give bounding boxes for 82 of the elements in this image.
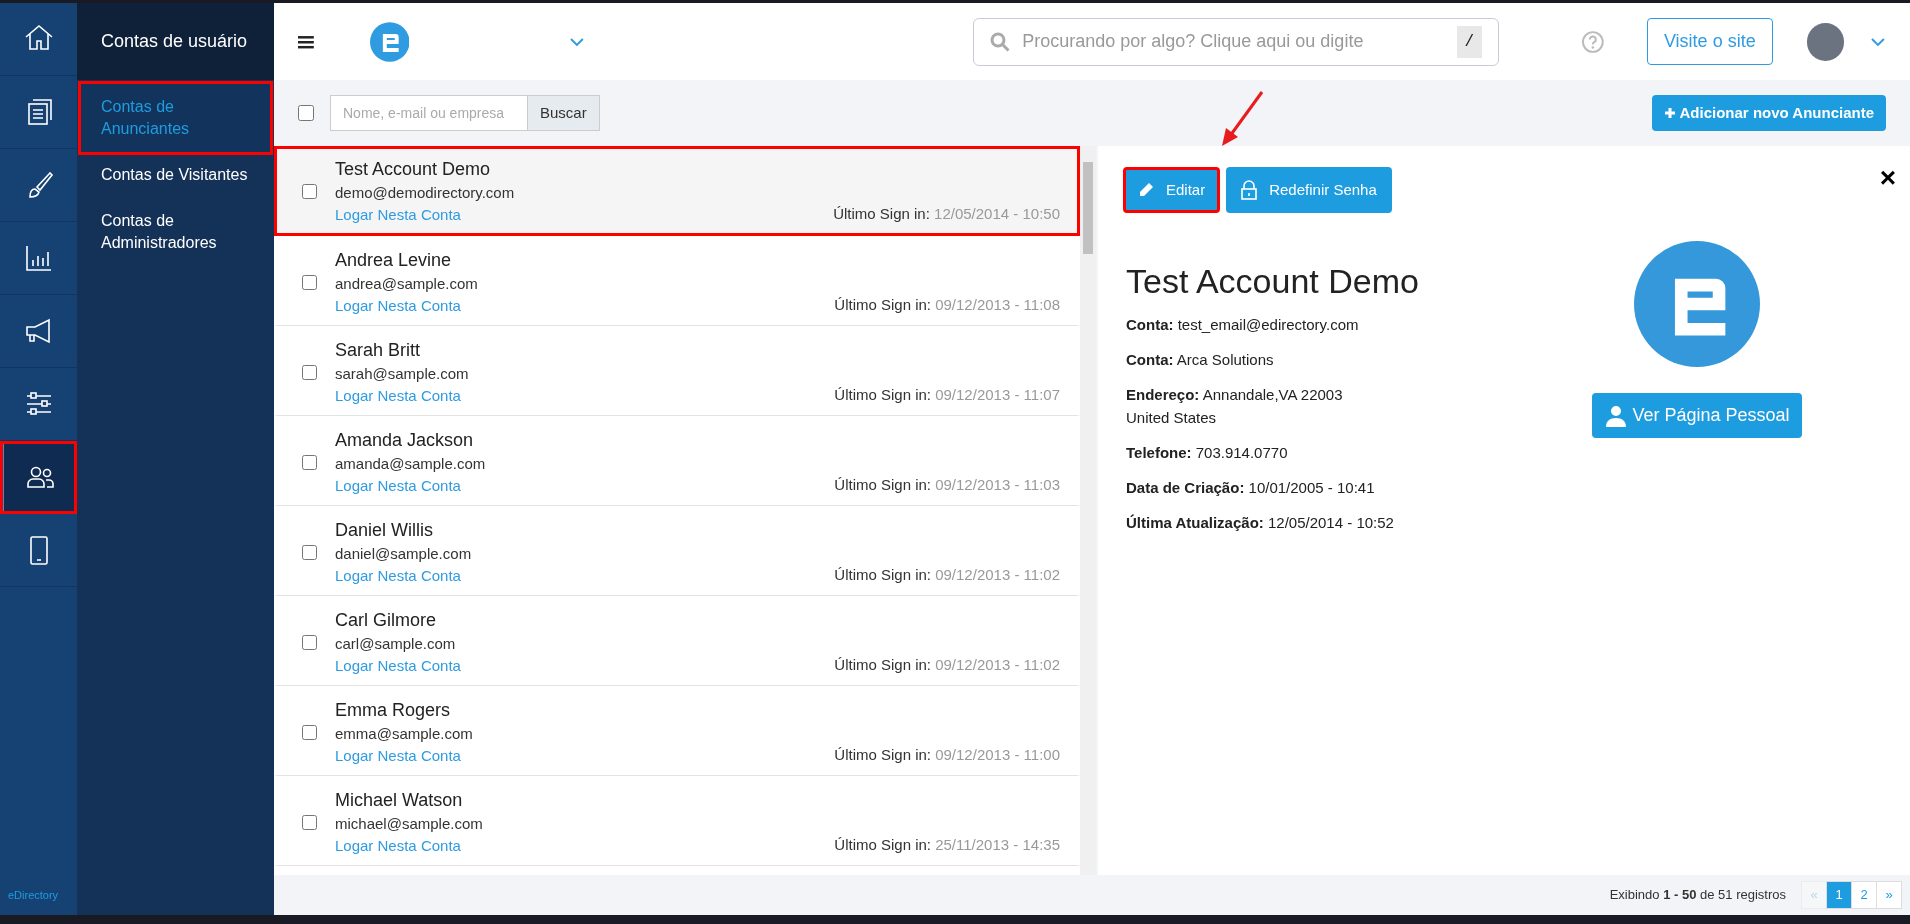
account-email: demo@demodirectory.com [335,183,516,204]
edit-button[interactable]: Editar [1123,167,1221,213]
account-email: amanda@sample.com [335,454,487,475]
search-field[interactable]: Procurando por algo? Clique aqui ou digite / [973,17,1500,66]
view-profile-button[interactable]: Ver Página Pessoal [1592,393,1802,438]
menu-icon[interactable] [298,34,314,49]
pagination-button[interactable]: 2 [1851,881,1877,909]
last-sign-in: Último Sign in: 09/12/2013 - 11:07 [834,385,1060,406]
account-name: Sarah Britt [335,339,422,363]
brand-label: eDirectory [7,887,60,903]
visit-site-button[interactable]: Visite o site [1646,18,1773,65]
last-sign-in: Último Sign in: 09/12/2013 - 11:02 [834,655,1060,676]
logo-icon[interactable] [369,21,410,62]
row-checkbox[interactable] [302,274,317,290]
login-link[interactable]: Logar Nesta Conta [335,474,461,497]
row-checkbox[interactable] [302,544,317,560]
last-sign-in: Último Sign in: 09/12/2013 - 11:08 [834,295,1060,316]
add-advertiser-button[interactable]: Adicionar novo Anunciante [1651,95,1886,131]
row-checkbox[interactable] [302,724,317,740]
login-link[interactable]: Logar Nesta Conta [335,834,461,857]
chevron-down-icon[interactable] [1870,36,1886,47]
account-name: Michael Watson [335,789,464,813]
account-email: sarah@sample.com [335,364,470,385]
detail-field: Telefone: 703.914.0770 [1126,441,1512,464]
login-link[interactable]: Logar Nesta Conta [335,564,461,587]
row-checkbox[interactable] [302,814,317,830]
account-email: daniel@sample.com [335,544,473,565]
account-email: carl@sample.com [335,634,457,655]
search-button[interactable]: Buscar [528,95,600,131]
submenu-link[interactable]: Contas de Visitantes [81,152,270,198]
last-sign-in: Último Sign in: 25/11/2013 - 14:35 [834,835,1060,856]
last-sign-in: Último Sign in: 09/12/2013 - 11:03 [834,475,1060,496]
account-name: Emma Rogers [335,699,452,723]
submenu-link[interactable]: Contas de Anunciantes [81,84,270,152]
detail-field: Última Atualização: 12/05/2014 - 10:52 [1126,511,1512,534]
account-name: Andrea Levine [335,249,453,273]
submenu-title: Contas de usuário [77,3,274,80]
login-link[interactable]: Logar Nesta Conta [335,384,461,407]
row-checkbox[interactable] [302,454,317,470]
account-row[interactable]: Test Account Demo demo@demodirectory.com Logar Nesta Conta Último Sign in: 12/05/2014 - 10:50 [274,146,1080,236]
chevron-down-icon[interactable] [569,36,586,47]
row-checkbox[interactable] [302,634,317,650]
detail-field: Conta: Arca Solutions [1126,348,1512,371]
account-name: Amanda Jackson [335,429,475,453]
row-checkbox[interactable] [302,183,317,199]
submenu-link[interactable]: Contas de Administradores [81,198,270,266]
login-link[interactable]: Logar Nesta Conta [335,203,461,226]
user-icon [1604,403,1629,428]
account-email: andrea@sample.com [335,274,479,295]
avatar[interactable] [1806,22,1845,61]
row-checkbox[interactable] [302,364,317,380]
select-all-checkbox[interactable] [298,105,314,121]
last-sign-in: Último Sign in: 09/12/2013 - 11:02 [834,565,1060,586]
records-summary: Exibindo 1 - 50 de 51 registros [1609,886,1786,905]
account-email: emma@sample.com [335,724,474,745]
logo-icon [1634,241,1760,367]
detail-field: Conta: test_email@edirectory.com [1126,313,1512,336]
login-link[interactable]: Logar Nesta Conta [335,294,461,317]
detail-field: Data de Criação: 10/01/2005 - 10:41 [1126,476,1512,499]
sidebar-nav-button[interactable] [0,441,77,514]
lock-icon [1241,180,1258,200]
detail-field: Endereço: Annandale,VA 22003 United States [1126,383,1512,429]
account-name: Carl Gilmore [335,609,437,633]
last-sign-in: Último Sign in: 12/05/2014 - 10:50 [833,204,1060,225]
account-title: Test Account Demo [1126,261,1420,301]
account-name: Test Account Demo [335,158,492,182]
account-name: Daniel Willis [335,519,434,543]
pencil-icon [1138,182,1154,198]
account-email: michael@sample.com [335,814,484,835]
plus-icon [1663,107,1676,119]
close-button[interactable]: × [1879,164,1896,192]
search-input[interactable]: Procurando por algo? Clique aqui ou digite [1022,28,1445,55]
login-link[interactable]: Logar Nesta Conta [335,744,461,767]
pagination-button[interactable]: 1 [1826,881,1852,909]
scrollbar[interactable] [1080,146,1096,875]
reset-password-button[interactable]: Redefinir Senha [1226,167,1392,213]
search-icon [990,31,1011,52]
last-sign-in: Último Sign in: 09/12/2013 - 11:00 [834,745,1060,766]
pagination-button[interactable]: » [1876,881,1902,909]
login-link[interactable]: Logar Nesta Conta [335,654,461,677]
filter-field[interactable]: Nome, e-mail ou empresa [330,95,528,131]
shortcut-key: / [1456,25,1483,58]
